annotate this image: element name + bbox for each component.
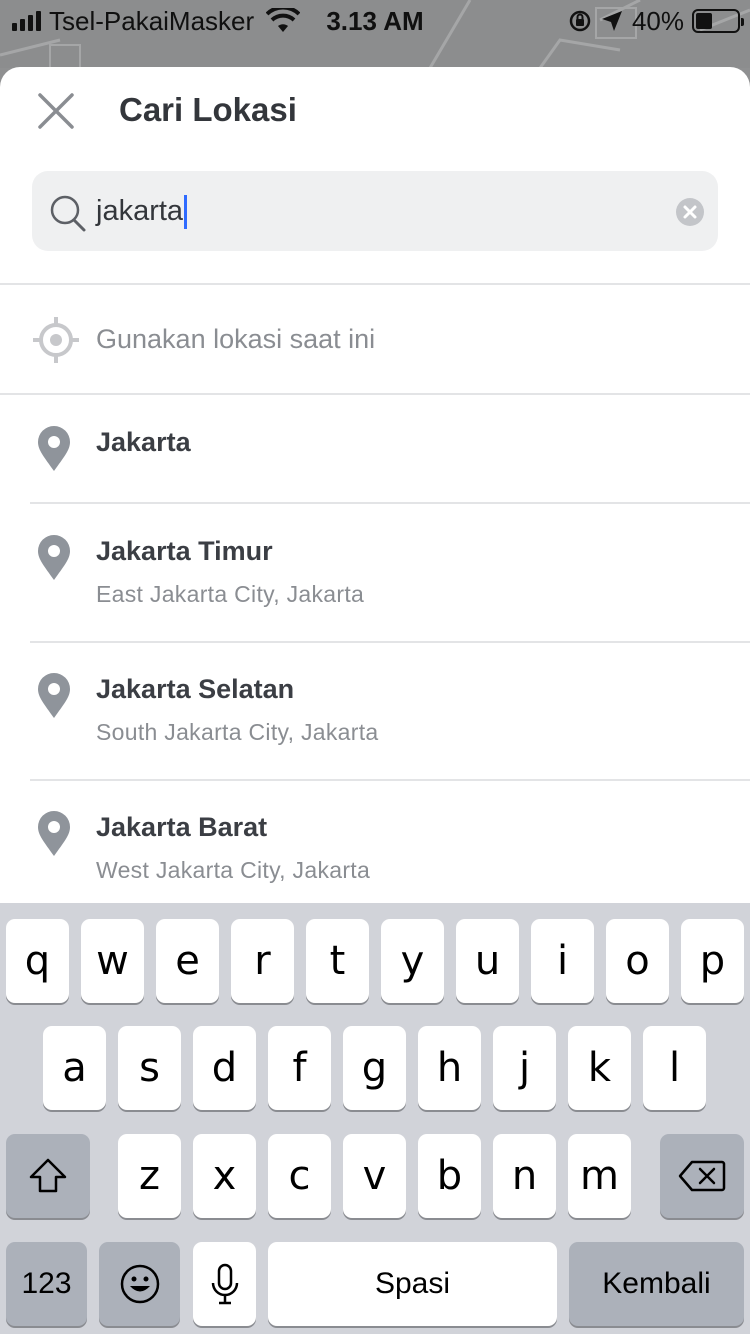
key-p[interactable]: p	[681, 919, 744, 1003]
key-k[interactable]: k	[568, 1026, 631, 1110]
location-result-item[interactable]: Jakarta Barat West Jakarta City, Jakarta	[0, 780, 750, 903]
location-result-subtitle: East Jakarta City, Jakarta	[96, 581, 365, 607]
text-caret	[184, 195, 188, 230]
key-l[interactable]: l	[643, 1026, 706, 1110]
location-result-subtitle: West Jakarta City, Jakarta	[96, 857, 371, 883]
key-q[interactable]: q	[6, 919, 69, 1003]
key-f[interactable]: f	[268, 1026, 331, 1110]
key-t[interactable]: t	[306, 919, 369, 1003]
key-v[interactable]: v	[343, 1134, 406, 1218]
key-d[interactable]: d	[193, 1026, 256, 1110]
key-b[interactable]: b	[418, 1134, 481, 1218]
use-current-location-button[interactable]: Gunakan lokasi saat ini	[0, 285, 750, 393]
use-current-location-label: Gunakan lokasi saat ini	[96, 324, 376, 354]
key-m[interactable]: m	[568, 1134, 631, 1218]
key-u[interactable]: u	[456, 919, 519, 1003]
key-a[interactable]: a	[43, 1026, 106, 1110]
key-z[interactable]: z	[118, 1134, 181, 1218]
shift-icon	[29, 1158, 67, 1193]
location-result-item[interactable]: Jakarta	[0, 395, 750, 504]
location-result-item[interactable]: Jakarta Selatan South Jakarta City, Jaka…	[0, 642, 750, 781]
microphone-icon	[211, 1263, 238, 1305]
return-key[interactable]: Kembali	[569, 1242, 744, 1326]
key-h[interactable]: h	[418, 1026, 481, 1110]
numbers-key[interactable]: 123	[6, 1242, 87, 1326]
space-key[interactable]: Spasi	[268, 1242, 557, 1326]
location-result-name: Jakarta Timur	[96, 536, 273, 566]
search-input[interactable]: jakarta	[96, 171, 188, 251]
location-target-icon	[33, 317, 79, 363]
page-title: Cari Lokasi	[119, 91, 297, 128]
emoji-key[interactable]	[99, 1242, 180, 1326]
key-o[interactable]: o	[606, 919, 669, 1003]
search-icon	[50, 195, 86, 232]
key-e[interactable]: e	[156, 919, 219, 1003]
key-c[interactable]: c	[268, 1134, 331, 1218]
backspace-icon	[678, 1160, 726, 1192]
search-input-value: jakarta	[96, 195, 184, 227]
clear-icon[interactable]	[676, 198, 704, 226]
key-x[interactable]: x	[193, 1134, 256, 1218]
rotation-lock-icon	[569, 10, 591, 32]
shift-key[interactable]	[6, 1134, 90, 1218]
location-pin-icon	[38, 673, 70, 718]
location-arrow-icon	[601, 11, 622, 31]
key-j[interactable]: j	[493, 1026, 556, 1110]
keyboard: q w e r t y u i o p a s d f g h j k l z …	[0, 903, 750, 1334]
key-s[interactable]: s	[118, 1026, 181, 1110]
sheet-header: Cari Lokasi	[0, 67, 750, 167]
emoji-icon	[120, 1264, 159, 1304]
location-result-subtitle: South Jakarta City, Jakarta	[96, 719, 379, 745]
backspace-key[interactable]	[660, 1134, 744, 1218]
key-w[interactable]: w	[81, 919, 144, 1003]
location-result-name: Jakarta Selatan	[96, 674, 295, 704]
location-pin-icon	[38, 811, 70, 856]
location-pin-icon	[38, 535, 70, 580]
key-n[interactable]: n	[493, 1134, 556, 1218]
location-result-name: Jakarta	[96, 427, 191, 457]
key-y[interactable]: y	[381, 919, 444, 1003]
status-bar: Tsel-PakaiMasker 3.13 AM 40%	[0, 0, 750, 68]
key-g[interactable]: g	[343, 1026, 406, 1110]
battery-icon	[692, 9, 744, 33]
battery-percent: 40%	[631, 5, 684, 36]
location-pin-icon	[38, 426, 70, 471]
key-i[interactable]: i	[531, 919, 594, 1003]
location-result-name: Jakarta Barat	[96, 812, 268, 842]
dictation-key[interactable]	[193, 1242, 256, 1326]
search-location-sheet: Cari Lokasi jakarta Gunakan lokasi saat …	[0, 67, 750, 903]
location-result-item[interactable]: Jakarta Timur East Jakarta City, Jakarta	[0, 504, 750, 643]
search-field[interactable]: jakarta	[32, 171, 718, 251]
close-icon[interactable]	[34, 89, 78, 133]
key-r[interactable]: r	[231, 919, 294, 1003]
